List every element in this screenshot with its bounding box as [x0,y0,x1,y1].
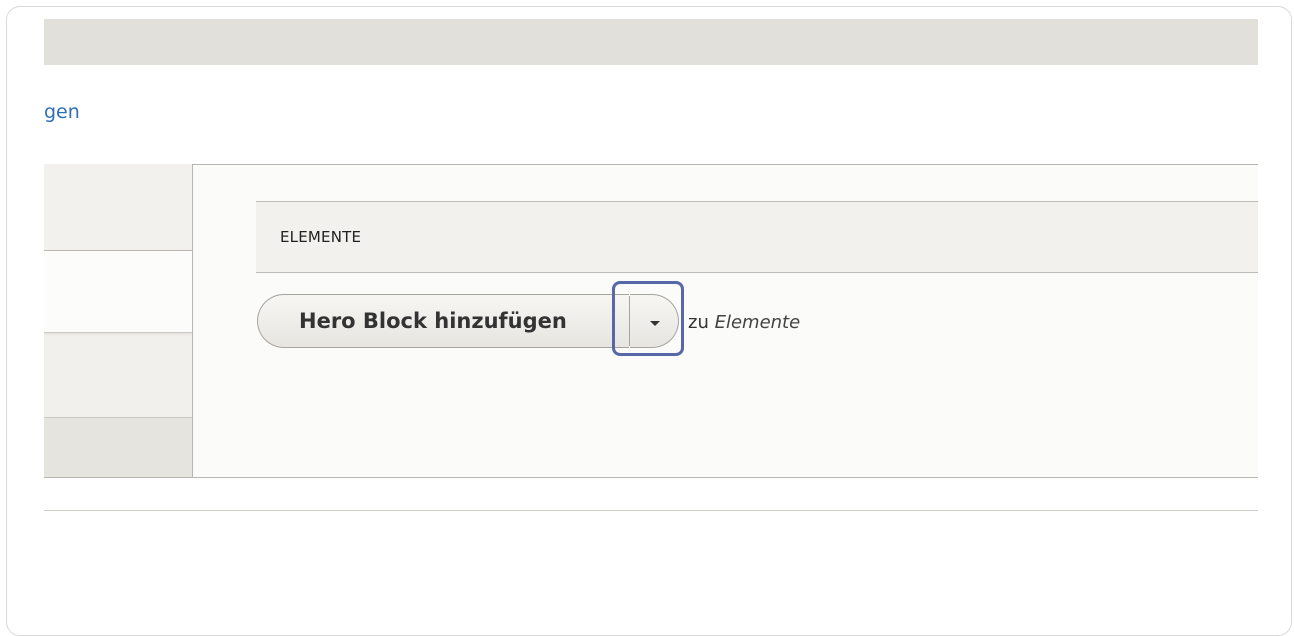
add-paragraph-dropbutton: Hero Block hinzufügen [257,294,679,348]
dropbutton-suffix: zu Elemente [688,311,800,335]
table-header-label: ELEMENTE [280,228,362,246]
table-header: ELEMENTE [256,201,1258,273]
partial-link[interactable]: gen [44,100,80,124]
vertical-tab-1[interactable] [44,164,192,251]
divider [44,510,1258,511]
vertical-tabs [44,164,193,477]
top-toolbar [44,19,1258,65]
add-hero-block-button[interactable]: Hero Block hinzufügen [257,294,629,348]
vertical-tab-3[interactable] [44,332,192,417]
dropbutton-toggle-button[interactable] [630,294,679,348]
vertical-tab-2-active[interactable] [44,251,192,332]
suffix-target: Elemente [714,312,801,333]
divider [44,477,1258,478]
vertical-tab-4[interactable] [44,417,192,477]
suffix-prefix: zu [688,312,709,333]
chevron-down-icon [650,321,660,326]
